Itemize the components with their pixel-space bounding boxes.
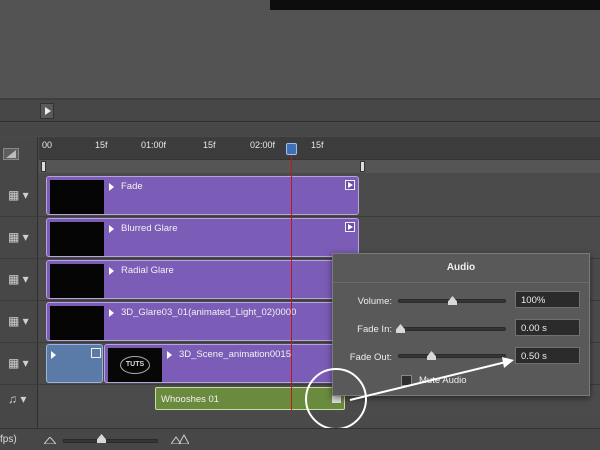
clip-name: Fade <box>121 181 143 192</box>
expand-clip-icon[interactable] <box>109 309 114 317</box>
video-clip[interactable]: Fade <box>46 176 359 215</box>
fade-in-field[interactable]: 0.00 s <box>515 319 580 336</box>
work-area-end-handle[interactable] <box>360 161 365 172</box>
clip-name: 3D_Scene_animation0015 <box>179 349 291 360</box>
mute-audio-checkbox[interactable] <box>401 375 412 386</box>
film-icon[interactable]: ▦ ▾ <box>8 314 32 328</box>
mute-audio-label: Mute Audio <box>419 375 467 386</box>
film-icon[interactable]: ▦ ▾ <box>8 272 32 286</box>
fade-out-field[interactable]: 0.50 s <box>515 347 580 364</box>
panel-divider <box>333 282 589 283</box>
video-clip[interactable]: 3D_Glare03_01(animated_Light_02)0000 <box>46 302 359 341</box>
audio-clip-name: Whooshes 01 <box>161 394 220 405</box>
ruler-tick: 00 <box>42 140 53 150</box>
timeline-header-gap <box>0 123 600 136</box>
ruler-tick: 15f <box>95 140 108 150</box>
zoom-out-icon[interactable] <box>44 437 56 444</box>
volume-slider[interactable] <box>398 296 506 305</box>
volume-slider-thumb[interactable] <box>448 296 457 305</box>
fade-out-slider-thumb[interactable] <box>427 351 436 360</box>
fade-out-slider[interactable] <box>398 351 506 360</box>
clip-thumbnail <box>50 222 104 256</box>
work-area-bar[interactable] <box>39 159 600 173</box>
audio-panel: Audio Volume: 100% Fade In: 0.00 s Fade … <box>332 253 590 396</box>
zoom-in-icon[interactable] <box>171 434 189 444</box>
film-icon[interactable]: ▦ ▾ <box>8 356 32 370</box>
volume-field[interactable]: 100% <box>515 291 580 308</box>
play-button[interactable] <box>40 103 54 119</box>
expand-clip-icon[interactable] <box>109 267 114 275</box>
playback-bar <box>0 100 600 122</box>
fade-out-label: Fade Out: <box>349 352 392 363</box>
clip-name: Blurred Glare <box>121 223 178 234</box>
video-clip[interactable]: Radial Glare <box>46 260 359 299</box>
clip-options-icon[interactable] <box>345 222 355 232</box>
clip-name: Radial Glare <box>121 265 174 276</box>
time-ruler-toggle-icon[interactable] <box>3 148 19 160</box>
clip-thumbnail: TUTS <box>108 348 162 382</box>
expand-clip-icon[interactable] <box>109 225 114 233</box>
viewer-area <box>0 0 600 98</box>
expand-clip-icon[interactable] <box>109 183 114 191</box>
video-clip[interactable]: Blurred Glare <box>46 218 359 257</box>
fade-in-slider-thumb[interactable] <box>396 324 405 333</box>
track-separator <box>0 216 600 217</box>
film-icon[interactable]: ▦ ▾ <box>8 230 32 244</box>
zoom-slider[interactable] <box>63 439 158 443</box>
clip-options-icon[interactable] <box>91 348 101 358</box>
clip-thumbnail <box>50 264 104 298</box>
fps-label: fps) <box>0 434 17 445</box>
clip-name: 3D_Glare03_01(animated_Light_02)0000 <box>121 307 297 318</box>
fade-in-slider[interactable] <box>396 324 506 333</box>
clip-thumbnail <box>50 180 104 214</box>
clip-thumbnail <box>50 306 104 340</box>
video-clip[interactable]: TUTS 3D_Scene_animation0015 <box>104 344 359 383</box>
viewer-canvas <box>270 0 600 10</box>
ruler-tick: 15f <box>203 140 216 150</box>
ruler-tick: 01:00f <box>141 140 167 150</box>
expand-clip-icon[interactable] <box>167 351 172 359</box>
playhead-line <box>291 150 292 412</box>
expand-clip-icon[interactable] <box>51 351 56 359</box>
work-area-start-handle[interactable] <box>41 161 46 172</box>
playhead-handle[interactable] <box>286 143 297 155</box>
fade-in-label: Fade In: <box>357 324 392 335</box>
volume-label: Volume: <box>357 296 392 307</box>
thumb-logo: TUTS <box>120 356 150 374</box>
audio-clip[interactable]: Whooshes 01 <box>155 387 345 410</box>
audio-panel-title: Audio <box>446 262 476 273</box>
ruler-tick: 15f <box>311 140 324 150</box>
ruler-tick: 02:00f <box>250 140 276 150</box>
clip-options-icon[interactable] <box>345 180 355 190</box>
music-note-icon[interactable]: ♫ ▾ <box>8 392 32 406</box>
film-icon[interactable]: ▦ ▾ <box>8 188 32 202</box>
transition-clip[interactable] <box>46 344 103 383</box>
